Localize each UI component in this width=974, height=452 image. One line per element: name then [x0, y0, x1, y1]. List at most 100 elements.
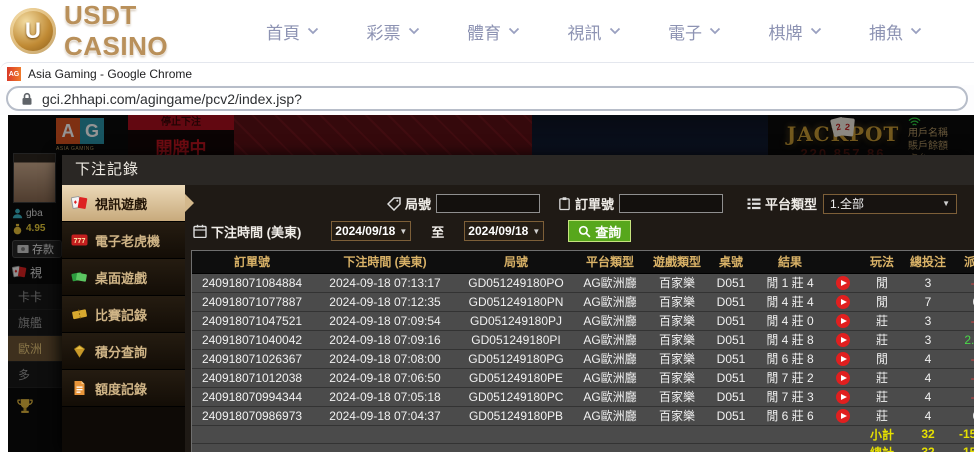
chevron-down-icon	[307, 27, 319, 35]
nav-item-label: 彩票	[367, 19, 401, 44]
url-bar[interactable]: gci.2hhapi.com/agingame/pcv2/index.jsp?	[6, 86, 968, 111]
slot-icon: 777	[71, 232, 88, 248]
column-header-1: 下注時間 (美東)	[312, 251, 458, 273]
column-header-9: 總投注	[904, 251, 952, 273]
search-button[interactable]: 查詢	[568, 220, 631, 242]
column-header-3: 平台類型	[574, 251, 646, 273]
column-header-0: 訂單號	[192, 251, 312, 273]
browser-viewport: A G ASIA GAMING 停止下注 開牌中 22 JACKPOT 220,…	[0, 115, 974, 452]
nav-item-label: 棋牌	[769, 19, 803, 44]
play-video-button[interactable]	[836, 409, 850, 423]
logo-coin-icon: U	[10, 8, 56, 54]
chevron-down-icon	[508, 27, 520, 35]
url-text: gci.2hhapi.com/agingame/pcv2/index.jsp?	[42, 91, 302, 107]
play-icon	[841, 337, 847, 343]
play-icon	[841, 356, 847, 362]
table-row: 2409180710263672024-09-18 07:08:00GD0512…	[192, 349, 974, 368]
records-table: 訂單號下注時間 (美東)局號平台類型遊戲類型桌號結果玩法總投注派彩有效投注額狀態…	[192, 251, 974, 452]
modal-side-menu: 視訊遊戲 777電子老虎機桌面遊戲比賽記錄積分查詢額度記錄	[62, 185, 185, 452]
platform-type-label: 平台類型	[747, 194, 817, 213]
sidebar-item-table-games[interactable]: 桌面遊戲	[62, 259, 185, 296]
bet-time-label: 下注時間 (美東)	[193, 222, 301, 241]
nav-item-3[interactable]: 視訊	[568, 19, 621, 44]
nav-item-2[interactable]: 體育	[467, 19, 520, 44]
nav-item-label: 捕魚	[869, 19, 903, 44]
svg-text:777: 777	[74, 238, 86, 245]
gem-icon	[71, 343, 88, 359]
play-icon	[841, 299, 847, 305]
magnifier-icon	[578, 225, 591, 238]
nav-item-6[interactable]: 捕魚	[869, 19, 922, 44]
column-header-4: 遊戲類型	[646, 251, 708, 273]
column-header-5: 桌號	[708, 251, 754, 273]
nav-item-0[interactable]: 首頁	[266, 19, 319, 44]
sidebar-item-label: 積分查詢	[95, 342, 147, 361]
betting-records-modal: 下注記錄 視訊遊戲 777電子老虎機桌面遊戲比賽記錄積分查詢額度記錄 局號	[62, 155, 974, 452]
sidebar-item-label: 比賽記錄	[95, 305, 147, 324]
ag-lobby-background: A G ASIA GAMING 停止下注 開牌中 22 JACKPOT 220,…	[8, 115, 974, 452]
site-header: U USDT CASINO 首頁 彩票 體育 視訊 電子 棋牌 捕魚	[0, 0, 974, 62]
nav-item-5[interactable]: 棋牌	[769, 19, 822, 44]
list-icon	[747, 198, 761, 210]
site-logo[interactable]: U USDT CASINO	[0, 0, 238, 62]
site-nav: 首頁 彩票 體育 視訊 電子 棋牌 捕魚	[238, 19, 974, 44]
sidebar-item-document[interactable]: 額度記錄	[62, 370, 185, 407]
subtotal-row: 小計32-15.1520.85	[192, 425, 974, 443]
document-icon	[71, 380, 88, 396]
platform-type-select[interactable]: 1.全部 ▼	[823, 194, 957, 214]
chevron-down-icon	[408, 27, 420, 35]
play-icon	[841, 394, 847, 400]
table-games-icon	[71, 269, 88, 285]
table-row: 2409180710400422024-09-18 07:09:16GD0512…	[192, 330, 974, 349]
chevron-down-icon	[609, 27, 621, 35]
filter-row-2: 下注時間 (美東) 2024/09/18▼ 至 2024/09/18▼	[191, 217, 974, 245]
sidebar-item-cards[interactable]: 視訊遊戲	[62, 185, 185, 222]
column-header-10: 派彩	[952, 251, 974, 273]
column-header-8: 玩法	[860, 251, 904, 273]
tag-icon	[387, 197, 401, 211]
sidebar-item-ticket[interactable]: 比賽記錄	[62, 296, 185, 333]
chevron-down-icon: ▼	[942, 199, 950, 208]
column-header-2: 局號	[458, 251, 574, 273]
ag-favicon-icon: AG	[7, 67, 21, 81]
nav-item-4[interactable]: 電子	[668, 19, 721, 44]
sidebar-item-slot[interactable]: 777電子老虎機	[62, 222, 185, 259]
sidebar-item-label: 桌面遊戲	[95, 268, 147, 287]
play-video-button[interactable]	[836, 295, 850, 309]
chevron-down-icon	[709, 27, 721, 35]
total-row: 總計32-15.1520.85	[192, 443, 974, 452]
chevron-down-icon: ▼	[532, 227, 540, 236]
play-video-button[interactable]	[836, 314, 850, 328]
table-row: 2409180710778872024-09-18 07:12:35GD0512…	[192, 292, 974, 311]
play-icon	[841, 375, 847, 381]
nav-item-label: 視訊	[568, 19, 602, 44]
logo-monogram: U	[25, 18, 41, 44]
sidebar-item-gem[interactable]: 積分查詢	[62, 333, 185, 370]
browser-titlebar: AG Asia Gaming - Google Chrome	[0, 62, 974, 85]
nav-item-label: 體育	[467, 19, 501, 44]
play-video-button[interactable]	[836, 333, 850, 347]
date-from-picker[interactable]: 2024/09/18▼	[331, 221, 411, 241]
lock-icon	[21, 92, 33, 106]
chevron-down-icon: ▼	[399, 227, 407, 236]
browser-window-title: Asia Gaming - Google Chrome	[28, 67, 192, 81]
play-video-button[interactable]	[836, 352, 850, 366]
play-icon	[841, 413, 847, 419]
play-icon	[841, 318, 847, 324]
play-video-button[interactable]	[836, 276, 850, 290]
ticket-icon	[71, 306, 88, 322]
order-input[interactable]	[619, 194, 723, 213]
play-video-button[interactable]	[836, 390, 850, 404]
round-input[interactable]	[436, 194, 540, 213]
play-video-button[interactable]	[836, 371, 850, 385]
sidebar-item-label: 視訊遊戲	[95, 194, 147, 213]
clipboard-icon	[558, 196, 571, 211]
order-label: 訂單號	[558, 194, 614, 213]
modal-title: 下注記錄	[62, 155, 974, 185]
modal-main: 局號 訂單號	[185, 185, 974, 452]
nav-item-1[interactable]: 彩票	[367, 19, 420, 44]
chevron-down-icon	[910, 27, 922, 35]
date-to-picker[interactable]: 2024/09/18▼	[464, 221, 544, 241]
calendar-icon	[193, 224, 207, 238]
table-row: 2409180709869732024-09-18 07:04:37GD0512…	[192, 406, 974, 425]
